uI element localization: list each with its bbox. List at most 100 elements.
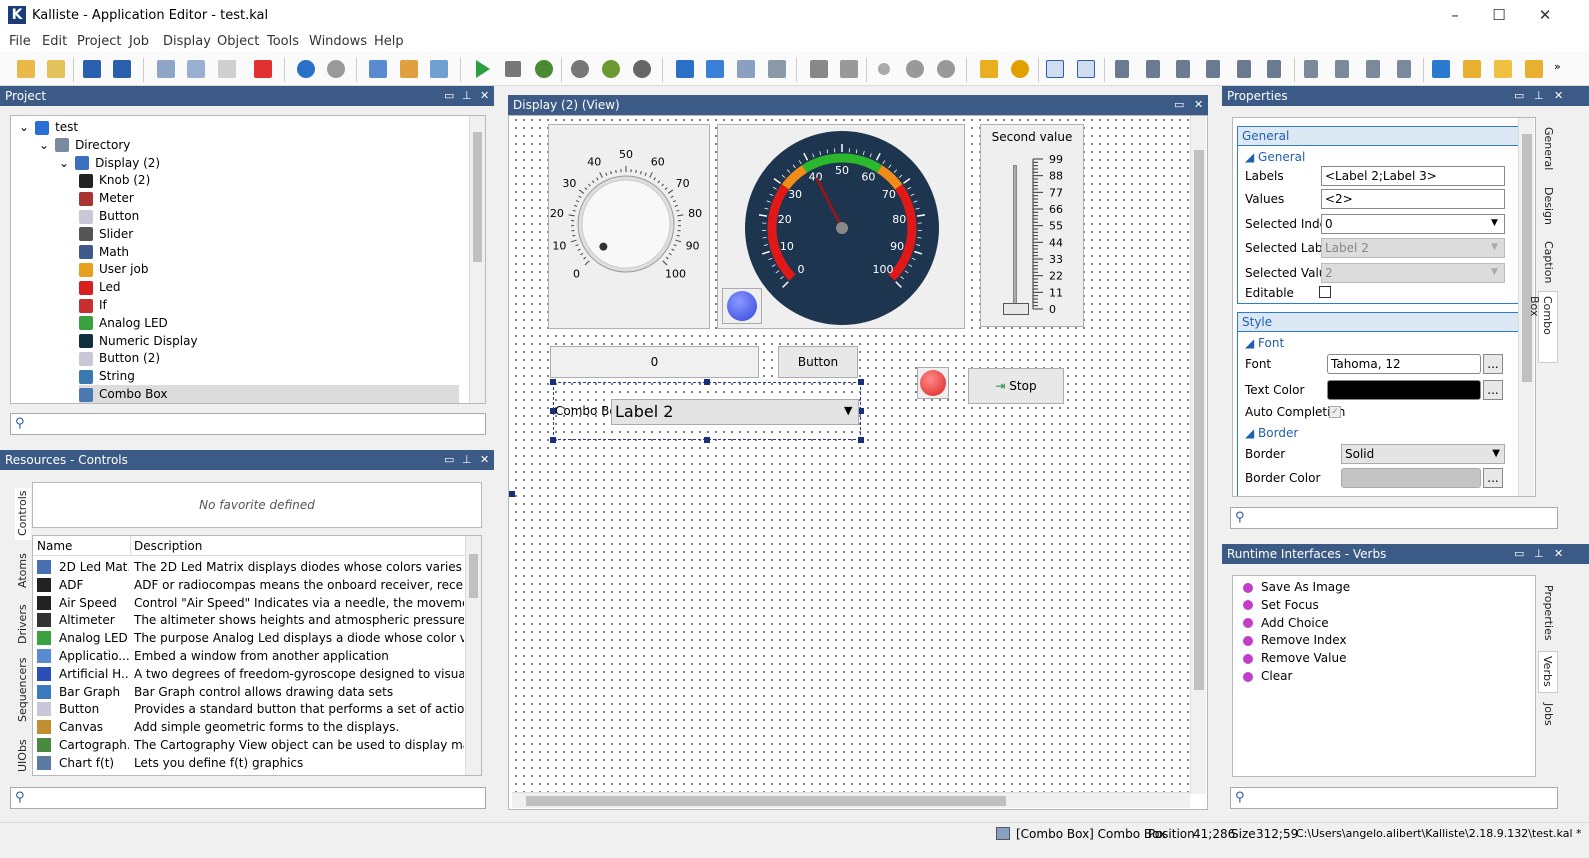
- same-width-icon[interactable]: [1077, 60, 1095, 78]
- slider-thumb[interactable]: [1003, 303, 1029, 315]
- group-general-header[interactable]: General ⌃: [1237, 126, 1531, 146]
- panel-close-icon[interactable]: ✕: [480, 450, 489, 470]
- space-h-icon[interactable]: [1366, 60, 1380, 78]
- tab-jobs[interactable]: Jobs: [1540, 699, 1556, 737]
- prop-value[interactable]: <2>: [1321, 189, 1505, 209]
- tree-item[interactable]: User job: [79, 260, 148, 278]
- menu-help[interactable]: Help: [374, 34, 404, 49]
- tree-item[interactable]: Analog LED: [79, 314, 168, 332]
- text-color-swatch[interactable]: [1327, 380, 1481, 400]
- border-style-select[interactable]: Solid ▼: [1341, 444, 1505, 464]
- same-size-icon[interactable]: [1046, 60, 1064, 78]
- tree-item[interactable]: Math: [79, 243, 129, 261]
- verb-item[interactable]: Clear: [1243, 667, 1292, 685]
- tree-item[interactable]: Knob (2): [79, 171, 150, 189]
- table-row[interactable]: Analog LED The purpose Analog Led display…: [33, 629, 466, 647]
- layer-icon[interactable]: [1432, 60, 1450, 78]
- tree-item[interactable]: Meter: [79, 189, 134, 207]
- tree-item[interactable]: String: [79, 367, 135, 385]
- verb-item[interactable]: Set Focus: [1243, 596, 1319, 614]
- canvas-button[interactable]: Button: [778, 346, 858, 378]
- link-icon[interactable]: [840, 60, 858, 78]
- verb-item[interactable]: Save As Image: [1243, 578, 1350, 596]
- layer-down-icon[interactable]: [1494, 60, 1512, 78]
- point-icon[interactable]: [878, 63, 890, 75]
- tab-properties[interactable]: Properties: [1540, 581, 1556, 645]
- run-icon[interactable]: [476, 60, 490, 78]
- tree-item[interactable]: If: [79, 296, 107, 314]
- canvas-edge-handle[interactable]: [509, 491, 515, 497]
- verbs-search-input[interactable]: ⚲: [1230, 787, 1558, 809]
- red-led[interactable]: [920, 370, 946, 396]
- properties-search-input[interactable]: ⚲: [1230, 507, 1558, 529]
- resize-handle[interactable]: [550, 437, 556, 443]
- tab-design[interactable]: Design: [1540, 183, 1556, 231]
- prop-font-value[interactable]: Tahoma, 12: [1327, 354, 1481, 374]
- table-row[interactable]: 2D Led Mat... The 2D Led Matrix displays …: [33, 558, 466, 576]
- save-all-icon[interactable]: [113, 60, 131, 78]
- auto-completion-checkbox[interactable]: ✓: [1329, 406, 1341, 418]
- minimize-button[interactable]: –: [1440, 6, 1470, 26]
- layer-up-icon[interactable]: [1463, 60, 1481, 78]
- chevron-down-icon[interactable]: ▼: [1492, 445, 1500, 463]
- resize-handle[interactable]: [550, 379, 556, 385]
- paste-icon[interactable]: [218, 60, 236, 78]
- send-to-back-icon[interactable]: [768, 60, 786, 78]
- align-center-icon[interactable]: [1146, 60, 1160, 78]
- panel-close-icon[interactable]: ✕: [1554, 86, 1563, 106]
- save-icon[interactable]: [83, 60, 101, 78]
- tree-item[interactable]: Button: [79, 207, 139, 225]
- display-hscrollbar[interactable]: [512, 792, 1190, 808]
- toolbar-overflow-icon[interactable]: »: [1554, 60, 1561, 73]
- delete-icon[interactable]: [254, 60, 272, 78]
- table-row[interactable]: Applicatio... Embed a window from another…: [33, 647, 466, 665]
- scroll-thumb[interactable]: [469, 554, 478, 598]
- bring-to-front-icon[interactable]: [676, 60, 694, 78]
- maximize-button[interactable]: ☐: [1484, 6, 1514, 26]
- sub-font[interactable]: ◢ Font: [1245, 336, 1284, 350]
- display-properties-icon[interactable]: [369, 60, 387, 78]
- redo-icon[interactable]: [327, 60, 345, 78]
- table-row[interactable]: Altimeter The altimeter shows heights and…: [33, 611, 466, 629]
- script-icon[interactable]: [430, 60, 448, 78]
- distribute-h-icon[interactable]: [1304, 60, 1318, 78]
- chevron-down-icon[interactable]: ▼: [1491, 242, 1498, 252]
- text-color-ellipsis-button[interactable]: ...: [1483, 380, 1503, 400]
- align-right-icon[interactable]: [1176, 60, 1190, 78]
- table-row[interactable]: Cartograph... The Cartography View object…: [33, 736, 466, 754]
- menu-project[interactable]: Project: [77, 34, 121, 49]
- menu-file[interactable]: File: [9, 34, 31, 49]
- panel-restore-icon[interactable]: ▭: [1174, 95, 1184, 115]
- menu-display[interactable]: Display: [163, 34, 211, 49]
- layer-edit-icon[interactable]: [1525, 60, 1543, 78]
- tree-item[interactable]: Combo Box: [79, 385, 459, 403]
- zoom-fit-icon[interactable]: [937, 60, 955, 78]
- tree-item[interactable]: ⌄ test: [19, 118, 78, 136]
- sub-border[interactable]: ◢ Border: [1245, 426, 1298, 440]
- group-icon[interactable]: [1011, 60, 1029, 78]
- panel-close-icon[interactable]: ✕: [1194, 95, 1203, 115]
- debug-icon[interactable]: [535, 60, 553, 78]
- align-left-icon[interactable]: [1115, 60, 1129, 78]
- project-search-input[interactable]: ⚲: [10, 413, 486, 435]
- debug-step-icon[interactable]: [571, 60, 589, 78]
- verb-item[interactable]: Remove Index: [1243, 631, 1347, 649]
- table-row[interactable]: Artificial H... A two degrees of freedom-…: [33, 665, 466, 683]
- chevron-down-icon[interactable]: ▼: [1491, 267, 1498, 277]
- tree-item[interactable]: ⌄ Display (2): [59, 154, 160, 172]
- panel-pin-icon[interactable]: ⊥: [1534, 86, 1544, 106]
- display-vscrollbar[interactable]: [1190, 116, 1206, 794]
- table-row[interactable]: ADF ADF or radiocompas means the onboard …: [33, 576, 466, 594]
- send-backward-icon[interactable]: [737, 60, 755, 78]
- panel-close-icon[interactable]: ✕: [1554, 544, 1563, 564]
- border-color-ellipsis-button[interactable]: ...: [1483, 468, 1503, 488]
- resize-handle[interactable]: [704, 437, 710, 443]
- menu-tools[interactable]: Tools: [267, 34, 299, 49]
- table-row[interactable]: Button Provides a standard button that pe…: [33, 700, 466, 718]
- menu-edit[interactable]: Edit: [42, 34, 67, 49]
- scroll-thumb[interactable]: [473, 132, 482, 262]
- resize-handle[interactable]: [858, 379, 864, 385]
- prop-value[interactable]: <Label 2;Label 3>: [1321, 166, 1505, 186]
- tree-item[interactable]: ⌄ Directory: [39, 136, 130, 154]
- resize-handle[interactable]: [704, 379, 710, 385]
